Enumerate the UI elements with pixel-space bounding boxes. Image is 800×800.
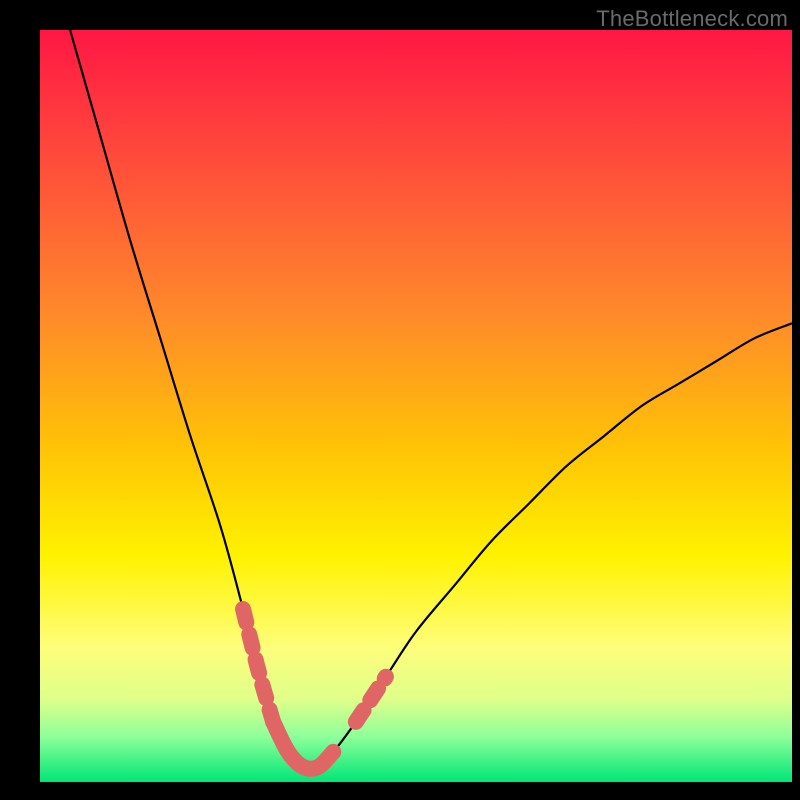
plot-area <box>40 30 792 782</box>
watermark-text: TheBottleneck.com <box>596 6 788 32</box>
gradient-background <box>40 30 792 782</box>
chart-container: TheBottleneck.com <box>0 0 800 800</box>
chart-svg <box>40 30 792 782</box>
